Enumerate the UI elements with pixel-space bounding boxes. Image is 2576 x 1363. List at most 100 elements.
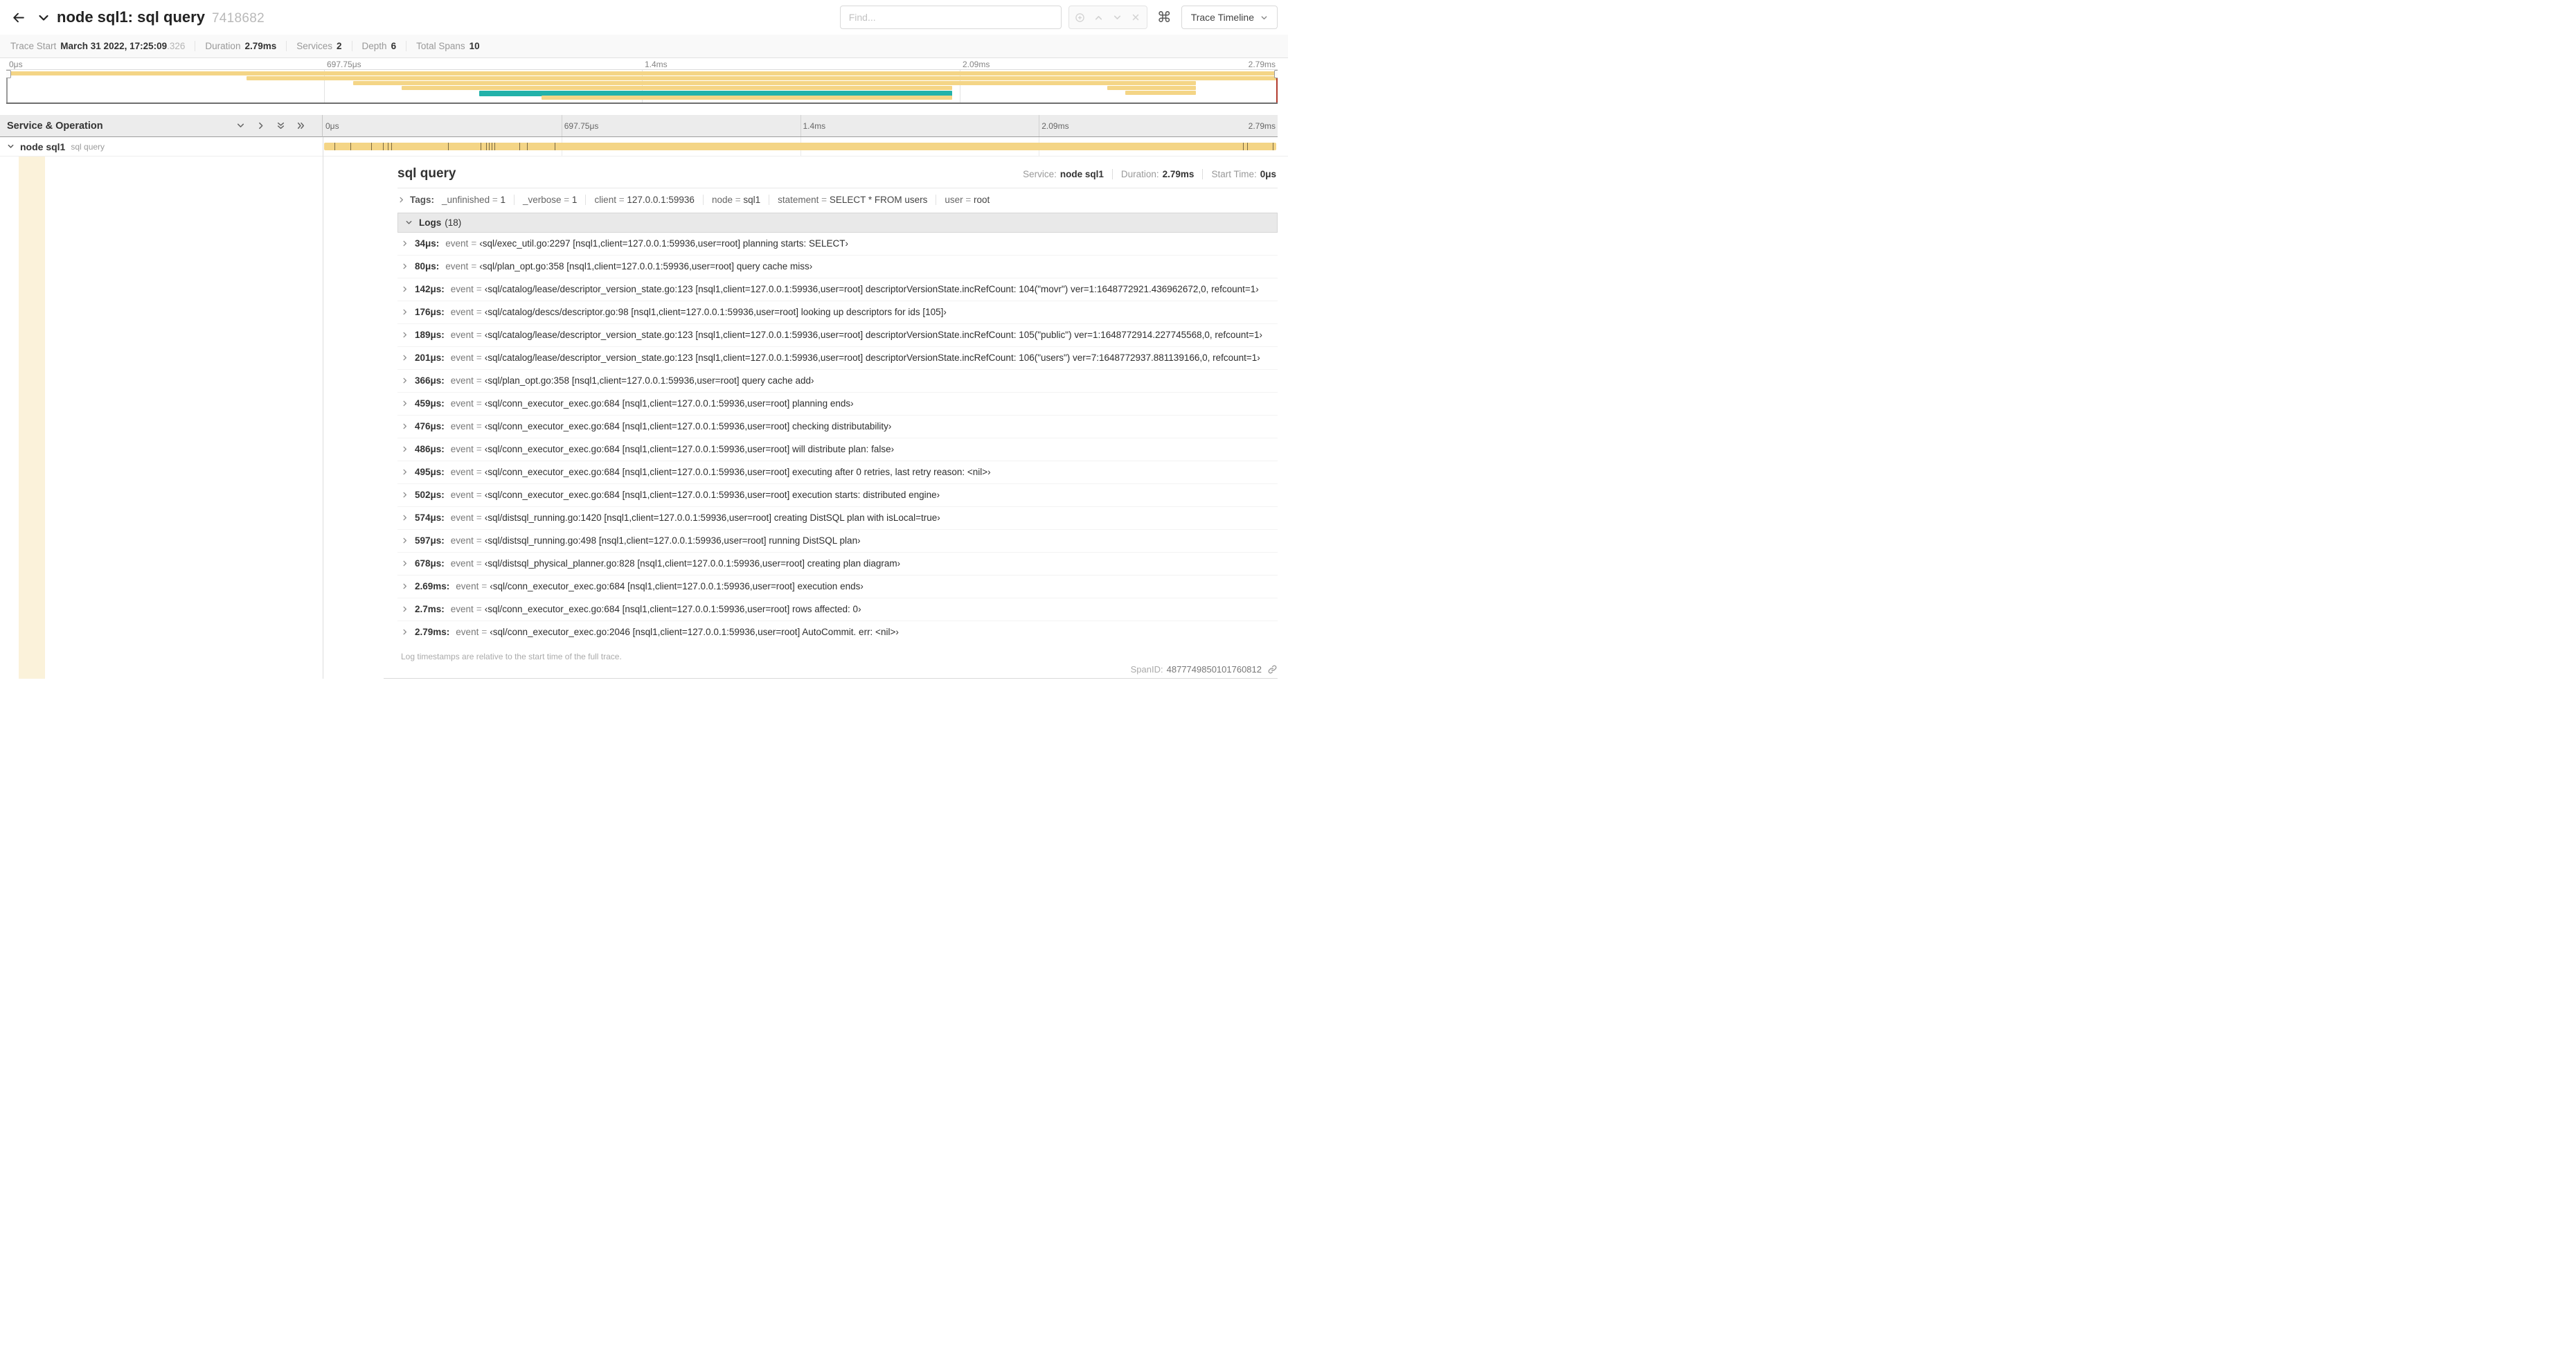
- clear-search-button[interactable]: [1127, 6, 1145, 28]
- log-entry[interactable]: 476μs: event = ‹sql/conn_executor_exec.go:6…: [397, 416, 1278, 438]
- tag-item: node = sql1: [704, 195, 770, 205]
- summary-label: Duration: [205, 41, 241, 51]
- log-entry[interactable]: 2.7ms: event = ‹sql/conn_executor_exec.go:6…: [397, 598, 1278, 621]
- span-id-label: SpanID:: [1130, 664, 1163, 675]
- log-entry[interactable]: 2.79ms: event = ‹sql/conn_executor_exec.go:…: [397, 621, 1278, 643]
- log-equals: =: [481, 581, 488, 591]
- log-entry[interactable]: 142μs: event = ‹sql/catalog/lease/descripto…: [397, 278, 1278, 301]
- chevron-right-icon: [401, 400, 409, 407]
- span-meta-label: Service:: [1023, 168, 1057, 179]
- log-field-value: ‹sql/exec_util.go:2297 [nsql1,client=127…: [479, 238, 849, 249]
- tag-key: _verbose: [522, 195, 562, 205]
- tag-item: client = 127.0.0.1:59936: [586, 195, 704, 205]
- log-entry[interactable]: 486μs: event = ‹sql/conn_executor_exec.go:6…: [397, 438, 1278, 461]
- logs-title: Logs: [419, 217, 442, 228]
- log-entry[interactable]: 201μs: event = ‹sql/catalog/lease/descripto…: [397, 347, 1278, 370]
- collapse-one-button[interactable]: [236, 121, 245, 130]
- span-bar[interactable]: [324, 143, 1276, 150]
- log-field-key: event: [450, 444, 474, 454]
- log-field-key: event: [450, 535, 474, 546]
- jaeger-trace-page: { "header": { "title": "node sql1: sql q…: [0, 0, 1288, 682]
- log-entry[interactable]: 459μs: event = ‹sql/conn_executor_exec.go:6…: [397, 393, 1278, 416]
- log-marker: [527, 143, 528, 150]
- back-button[interactable]: [0, 0, 36, 35]
- log-entry[interactable]: 502μs: event = ‹sql/conn_executor_exec.go:6…: [397, 484, 1278, 507]
- log-entry[interactable]: 189μs: event = ‹sql/catalog/lease/descripto…: [397, 324, 1278, 347]
- tag-equals: =: [819, 195, 830, 205]
- chevron-down-icon: [37, 12, 50, 24]
- chevron-down-icon: [236, 121, 245, 130]
- trace-header-collapse-toggle[interactable]: [37, 12, 50, 24]
- link-icon: [1267, 664, 1278, 675]
- circle-plus-icon: [1075, 12, 1085, 23]
- minimap-canvas[interactable]: [6, 69, 1278, 104]
- log-entry[interactable]: 34μs: event = ‹sql/exec_util.go:2297 [nsql1…: [397, 233, 1278, 256]
- right-scrubber[interactable]: [1274, 70, 1278, 103]
- log-text: event = ‹sql/conn_executor_exec.go:684 [ns…: [451, 421, 892, 432]
- log-entry[interactable]: 176μs: event = ‹sql/catalog/descs/descripto…: [397, 301, 1278, 324]
- time-tick-label: 2.79ms: [1248, 60, 1276, 69]
- minimap-span-bar: [1125, 91, 1197, 95]
- trace-timeline-label: Trace Timeline: [1190, 12, 1254, 23]
- log-entry[interactable]: 2.69ms: event = ‹sql/conn_executor_exec.go:…: [397, 576, 1278, 598]
- time-tick-label: 1.4ms: [803, 121, 826, 131]
- log-entry[interactable]: 495μs: event = ‹sql/conn_executor_exec.go:6…: [397, 461, 1278, 484]
- trace-timeline-dropdown[interactable]: Trace Timeline: [1181, 6, 1278, 29]
- expand-all-button[interactable]: [296, 121, 305, 130]
- summary-item: Total Spans 10: [406, 41, 490, 51]
- span-meta-value: 2.79ms: [1162, 168, 1195, 179]
- log-equals: =: [476, 490, 482, 500]
- log-entry[interactable]: 597μs: event = ‹sql/distsql_running.go:498 …: [397, 530, 1278, 553]
- deep-link-button[interactable]: [1265, 664, 1278, 675]
- logs-accordion-header[interactable]: Logs (18): [397, 213, 1278, 233]
- log-field-key: event: [456, 581, 479, 591]
- log-field-value: ‹sql/conn_executor_exec.go:684 [nsql1,cl…: [484, 421, 892, 431]
- log-field-key: event: [456, 627, 479, 637]
- tag-equals: =: [561, 195, 572, 205]
- time-tick-label: 2.09ms: [1041, 121, 1069, 131]
- left-scrubber[interactable]: [6, 70, 11, 103]
- tag-equals: =: [732, 195, 744, 205]
- tag-value: root: [974, 195, 990, 205]
- log-entry[interactable]: 678μs: event = ‹sql/distsql_physical_planne…: [397, 553, 1278, 576]
- next-match-button[interactable]: [1108, 6, 1127, 28]
- log-entry[interactable]: 574μs: event = ‹sql/distsql_running.go:1420…: [397, 507, 1278, 530]
- chevron-down-icon: [405, 219, 413, 226]
- span-row: node sql1 sql query: [0, 137, 1288, 157]
- log-marker: [519, 143, 521, 150]
- span-row-name-cell[interactable]: node sql1 sql query: [0, 137, 323, 156]
- collapse-all-button[interactable]: [276, 121, 285, 130]
- log-text: event = ‹sql/plan_opt.go:358 [nsql1,client…: [445, 261, 812, 272]
- tag-item: user = root: [936, 195, 998, 205]
- find-input[interactable]: [839, 6, 1062, 29]
- expand-one-button[interactable]: [256, 121, 265, 130]
- operation-name: sql query: [71, 141, 105, 152]
- log-field-value: ‹sql/conn_executor_exec.go:684 [nsql1,cl…: [490, 581, 864, 591]
- keyboard-shortcuts-button[interactable]: ⌘: [1154, 9, 1174, 26]
- focus-matches-button[interactable]: [1071, 6, 1089, 28]
- log-text: event = ‹sql/catalog/descs/descriptor.go:9…: [451, 307, 947, 318]
- minimap-span-bar: [401, 86, 952, 90]
- log-field-key: event: [450, 513, 474, 523]
- log-entry[interactable]: 80μs: event = ‹sql/plan_opt.go:358 [nsql1,c…: [397, 256, 1278, 278]
- tag-equals: =: [490, 195, 501, 205]
- log-field-key: event: [450, 353, 474, 363]
- chevron-right-icon: [401, 628, 409, 636]
- summary-value: 2: [337, 41, 342, 51]
- log-field-value: ‹sql/conn_executor_exec.go:684 [nsql1,cl…: [484, 444, 895, 454]
- log-timestamp: 189μs:: [415, 330, 445, 340]
- tags-accordion[interactable]: Tags: _unfinished = 1 _verbose = 1 client …: [397, 188, 1278, 211]
- chevron-right-icon: [397, 196, 405, 204]
- trace-title-text: node sql1: sql query: [57, 8, 205, 26]
- span-detail-panel: sql query Service: node sql1 Duration: 2.79…: [384, 163, 1278, 679]
- service-operation-title: Service & Operation: [7, 120, 103, 132]
- chevron-right-icon: [256, 121, 265, 130]
- log-entry[interactable]: 366μs: event = ‹sql/plan_opt.go:358 [nsql1,…: [397, 370, 1278, 393]
- log-field-key: event: [450, 330, 474, 340]
- page-title: node sql1: sql query 7418682: [57, 8, 265, 26]
- summary-value: 10: [469, 41, 480, 51]
- log-field-key: event: [450, 421, 474, 431]
- prev-match-button[interactable]: [1089, 6, 1108, 28]
- summary-label: Depth: [361, 41, 387, 51]
- tags-label: Tags:: [410, 195, 435, 205]
